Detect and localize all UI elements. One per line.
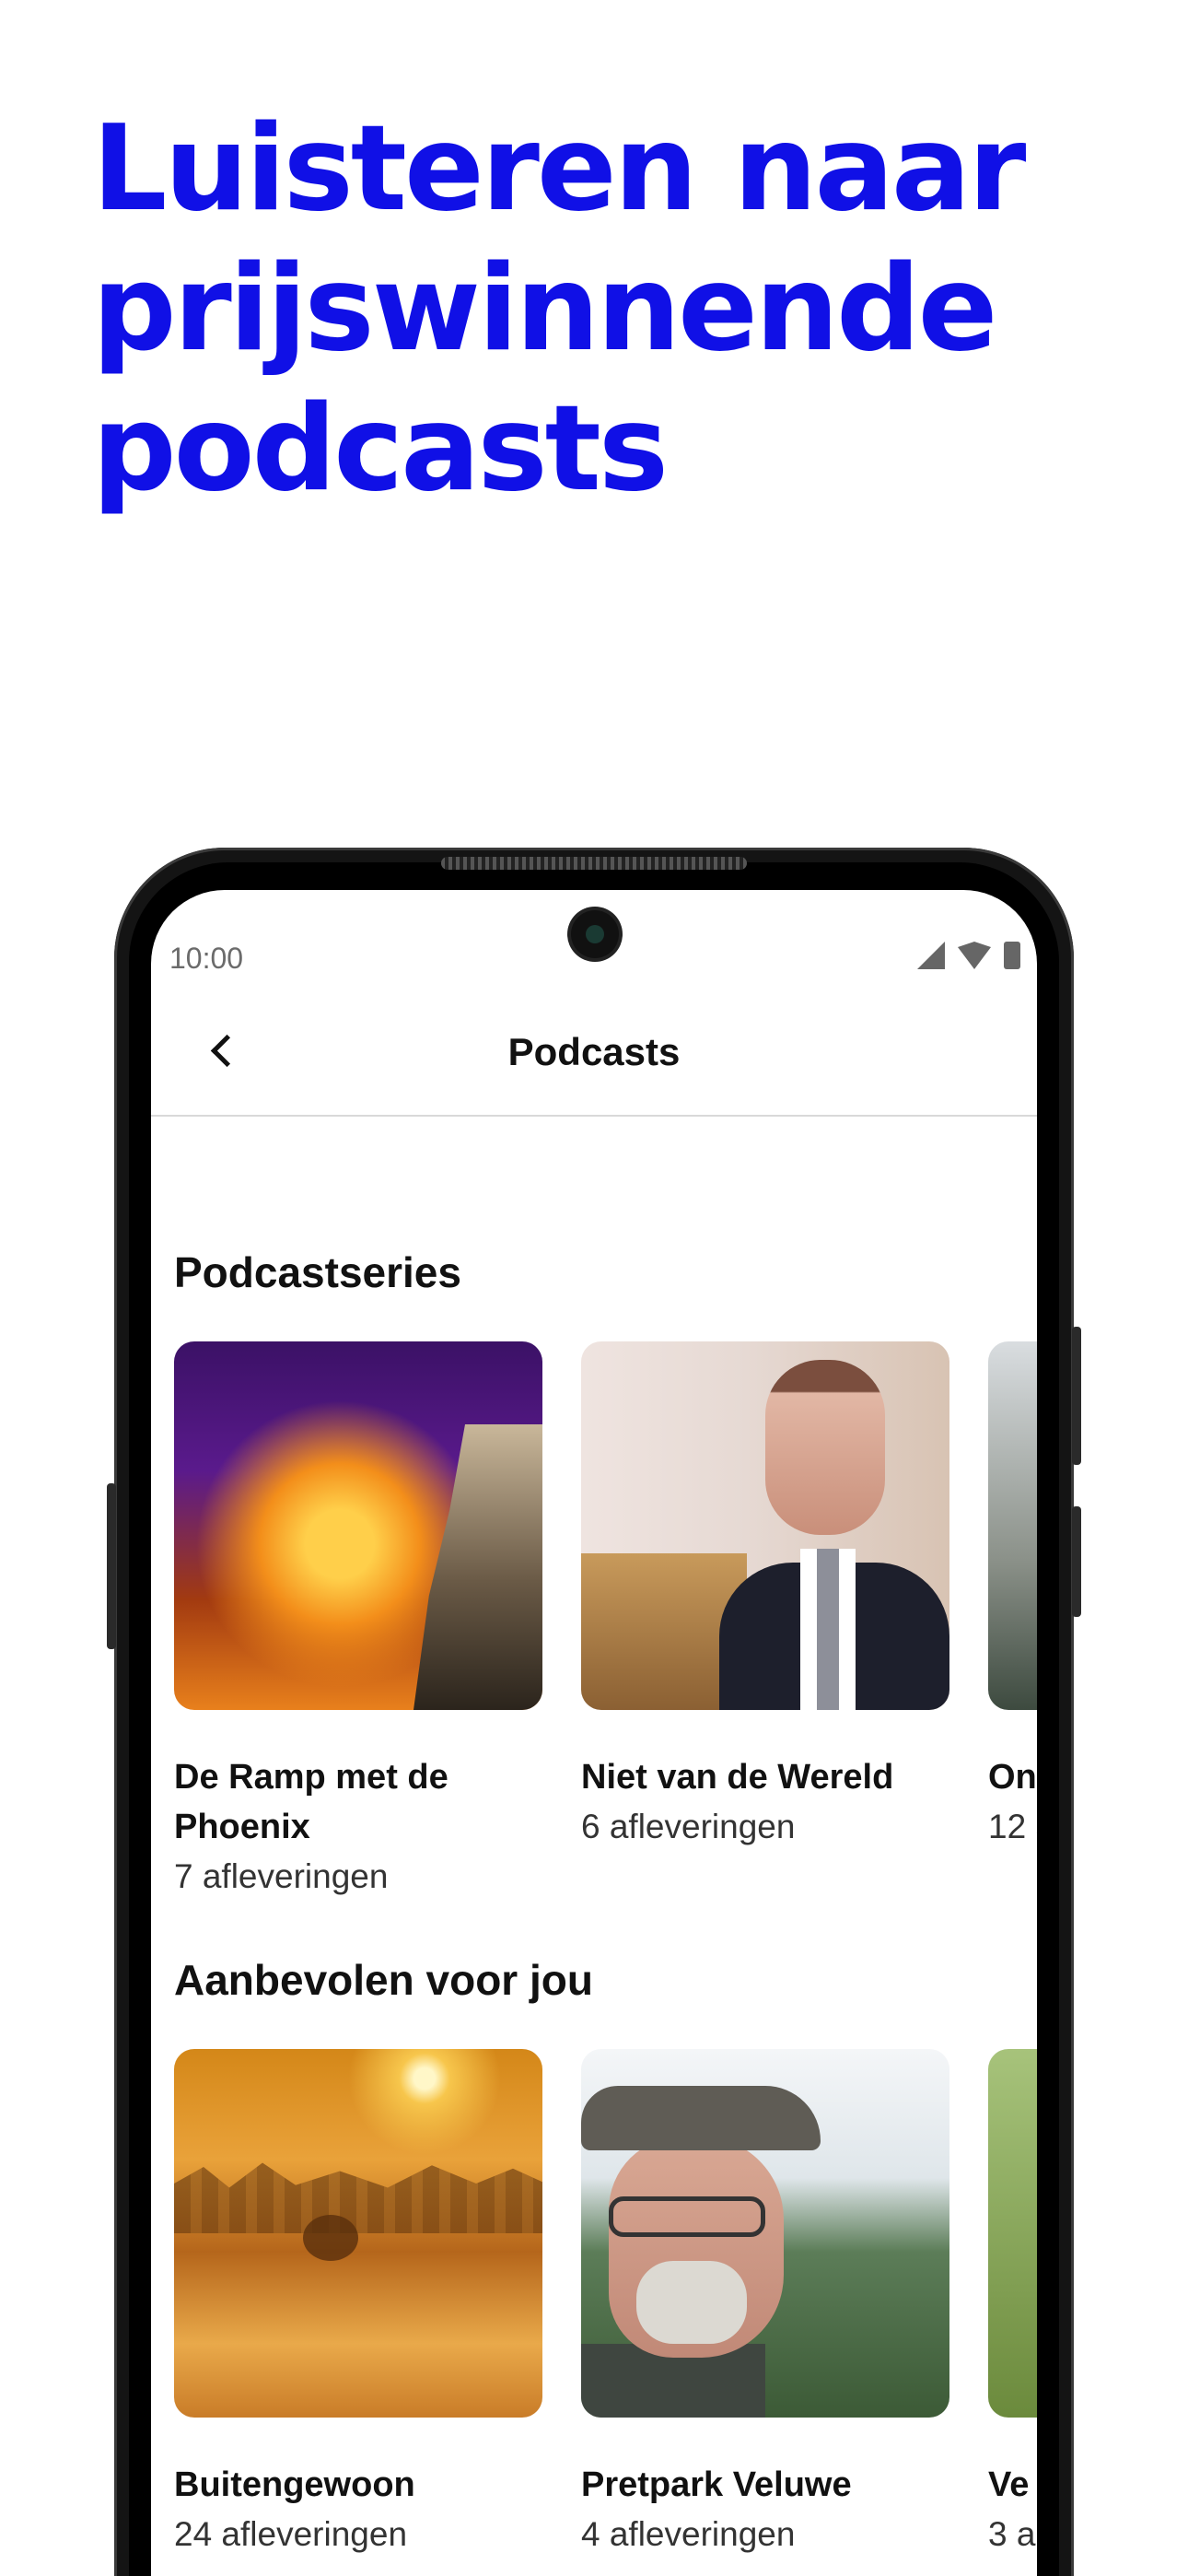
- podcast-title: Niet van de Wereld: [581, 1758, 894, 1797]
- podcast-artwork[interactable]: [581, 1341, 949, 1710]
- headline-line-1: Luisteren naar: [92, 100, 1026, 238]
- podcast-artwork[interactable]: [988, 2049, 1037, 2418]
- podcast-artwork[interactable]: [988, 1341, 1037, 1710]
- status-bar: 10:00: [151, 890, 1037, 991]
- front-camera: [571, 910, 619, 958]
- podcast-artwork[interactable]: [581, 2049, 949, 2418]
- podcast-title: De Ramp met de Phoenix: [174, 1758, 448, 1846]
- volume-button: [1072, 1506, 1081, 1617]
- podcast-card[interactable]: Ve 3 a: [988, 2049, 1037, 2559]
- podcast-artwork[interactable]: [174, 2049, 542, 2418]
- podcast-title: On: [988, 1758, 1037, 1797]
- episode-count: 12 a: [988, 1808, 1037, 1845]
- app-bar: Podcasts: [151, 991, 1037, 1117]
- episode-count: 6 afleveringen: [581, 1808, 796, 1845]
- podcast-card[interactable]: Niet van de Wereld 6 afleveringen: [581, 1341, 949, 1902]
- episode-count: 7 afleveringen: [174, 1857, 389, 1895]
- section-title-podcastseries: Podcastseries: [174, 1248, 461, 1296]
- podcast-title: Buitengewoon: [174, 2465, 415, 2504]
- episode-count: 4 afleveringen: [581, 2515, 796, 2553]
- status-icons: [917, 942, 1020, 969]
- headline-line-3: podcasts: [92, 381, 669, 518]
- podcast-title: Ve: [988, 2465, 1030, 2504]
- battery-icon: [1004, 942, 1020, 969]
- side-button-left: [107, 1483, 116, 1649]
- podcast-card[interactable]: Pretpark Veluwe 4 afleveringen: [581, 2049, 949, 2559]
- wifi-icon: [958, 942, 991, 969]
- section-title-aanbevolen: Aanbevolen voor jou: [174, 1956, 593, 2004]
- earpiece-speaker: [441, 857, 747, 870]
- page-title: Podcasts: [507, 1030, 681, 1073]
- podcast-artwork[interactable]: [174, 1341, 542, 1710]
- marketing-headline: Luisteren naar prijswinnende podcasts: [92, 100, 1124, 520]
- headline-line-2: prijswinnende: [92, 240, 997, 378]
- podcast-card[interactable]: On 12 a: [988, 1341, 1037, 1902]
- podcast-title: Pretpark Veluwe: [581, 2465, 852, 2504]
- podcastseries-carousel[interactable]: De Ramp met de Phoenix 7 afleveringen Ni…: [174, 1341, 1037, 1902]
- episode-count: 24 afleveringen: [174, 2515, 408, 2553]
- podcast-card[interactable]: Buitengewoon 24 afleveringen: [174, 2049, 542, 2559]
- podcast-card[interactable]: De Ramp met de Phoenix 7 afleveringen: [174, 1341, 542, 1902]
- episode-count: 3 a: [988, 2515, 1036, 2553]
- power-button: [1072, 1327, 1081, 1465]
- cell-signal-icon: [917, 942, 945, 969]
- aanbevolen-carousel[interactable]: Buitengewoon 24 afleveringen Pretpark Ve…: [174, 2049, 1037, 2559]
- status-time: 10:00: [169, 942, 244, 975]
- phone-screen: 10:00 Podcasts Podcastseries De Ramp met…: [151, 890, 1037, 2576]
